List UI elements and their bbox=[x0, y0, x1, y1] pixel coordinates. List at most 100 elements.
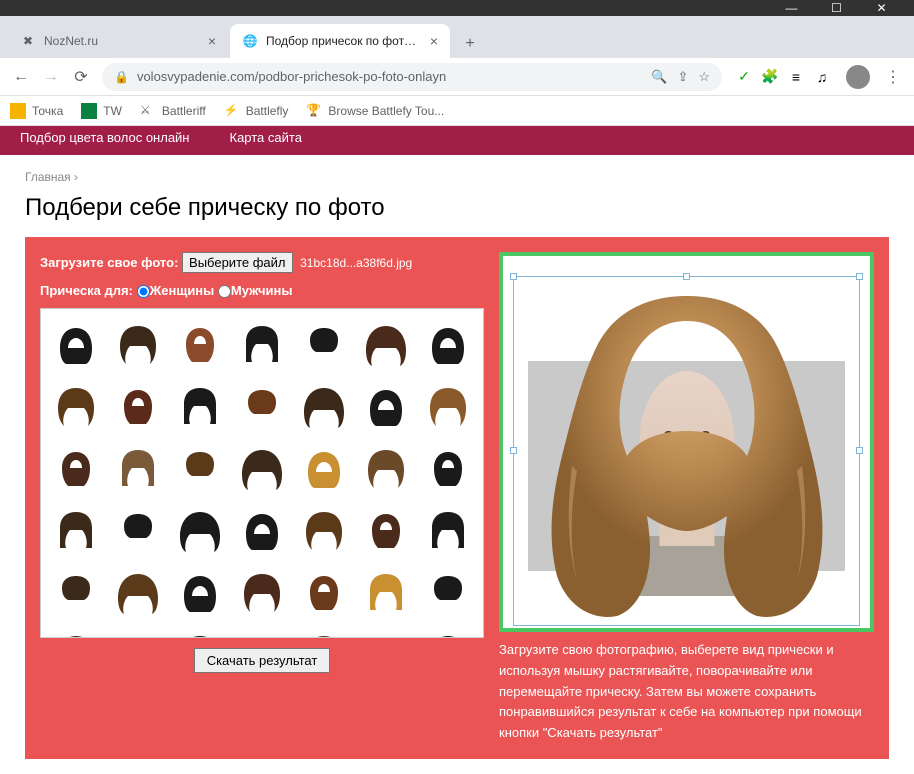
hairstyle-option[interactable] bbox=[170, 314, 230, 374]
address-bar[interactable]: 🔒 volosvypadenie.com/podbor-prichesok-po… bbox=[102, 63, 722, 91]
star-icon[interactable]: ☆ bbox=[698, 69, 710, 85]
hairstyle-option[interactable] bbox=[170, 438, 230, 498]
bookmark-tw[interactable]: TW bbox=[81, 103, 122, 119]
main-content: Главная › Подбери себе прическу по фото … bbox=[0, 155, 914, 774]
tab-title: NozNet.ru bbox=[44, 34, 200, 48]
instructions-text: Загрузите свою фотографию, выберете вид … bbox=[499, 640, 874, 744]
bookmark-battlefy[interactable]: 🏆Browse Battlefy Tou... bbox=[306, 103, 444, 119]
extension-icons: ✓ 🧩 ≡ ♫ bbox=[728, 67, 838, 87]
hairstyle-option[interactable] bbox=[418, 500, 478, 560]
browser-tabs: ✖ NozNet.ru × 🌐 Подбор причесок по фото … bbox=[0, 16, 914, 58]
gender-female-radio[interactable] bbox=[137, 285, 150, 298]
hairstyle-option[interactable] bbox=[294, 624, 354, 638]
tab-title: Подбор причесок по фото онла bbox=[266, 34, 422, 48]
hairstyle-option[interactable] bbox=[356, 624, 416, 638]
resize-handle-tm[interactable] bbox=[683, 273, 690, 280]
browser-toolbar: ← → ⟳ 🔒 volosvypadenie.com/podbor-priche… bbox=[0, 58, 914, 96]
file-chooser-button[interactable]: Выберите файл bbox=[182, 252, 292, 273]
new-tab-button[interactable]: + bbox=[456, 30, 484, 58]
hairstyle-option[interactable] bbox=[294, 438, 354, 498]
profile-avatar[interactable] bbox=[846, 65, 870, 89]
tab-close-icon[interactable]: × bbox=[208, 33, 216, 49]
hairstyle-option[interactable] bbox=[46, 376, 106, 436]
ext-music-icon[interactable]: ♫ bbox=[812, 67, 832, 87]
bookmarks-bar: Точка TW ⚔Battleriff ⚡Battlefly 🏆Browse … bbox=[0, 96, 914, 126]
bookmark-battlefly[interactable]: ⚡Battlefly bbox=[224, 103, 289, 119]
hairstyle-option[interactable] bbox=[418, 314, 478, 374]
hairstyle-option[interactable] bbox=[232, 624, 292, 638]
resize-handle-ml[interactable] bbox=[510, 447, 517, 454]
bookmark-battleriff[interactable]: ⚔Battleriff bbox=[140, 103, 206, 119]
hairstyle-option[interactable] bbox=[232, 376, 292, 436]
ext-list-icon[interactable]: ≡ bbox=[786, 67, 806, 87]
hairstyle-option[interactable] bbox=[232, 500, 292, 560]
hairstyle-option[interactable] bbox=[170, 500, 230, 560]
file-name: 31bc18d...a38f6d.jpg bbox=[300, 256, 412, 270]
page-content: Подбор цвета волос онлайн Карта сайта Гл… bbox=[0, 126, 914, 774]
ext-check-icon[interactable]: ✓ bbox=[734, 67, 754, 87]
hairstyle-option[interactable] bbox=[232, 438, 292, 498]
resize-handle-tr[interactable] bbox=[856, 273, 863, 280]
upload-row: Загрузите свое фото: Выберите файл 31bc1… bbox=[40, 252, 484, 273]
hairstyle-option[interactable] bbox=[108, 314, 168, 374]
close-button[interactable]: ✕ bbox=[859, 0, 904, 16]
ext-puzzle-icon[interactable]: 🧩 bbox=[760, 67, 780, 87]
hairstyle-option[interactable] bbox=[170, 562, 230, 622]
minimize-button[interactable]: — bbox=[769, 0, 814, 16]
resize-handle-mr[interactable] bbox=[856, 447, 863, 454]
gender-male-radio[interactable] bbox=[218, 285, 231, 298]
hairstyle-option[interactable] bbox=[46, 438, 106, 498]
hairstyle-option[interactable] bbox=[108, 438, 168, 498]
preview-column: Загрузите свою фотографию, выберете вид … bbox=[499, 252, 874, 744]
zoom-icon[interactable]: 🔍 bbox=[651, 69, 667, 85]
hairstyle-option[interactable] bbox=[356, 376, 416, 436]
hairstyle-option[interactable] bbox=[418, 438, 478, 498]
hairstyle-option[interactable] bbox=[46, 624, 106, 638]
hairstyle-app: Загрузите свое фото: Выберите файл 31bc1… bbox=[25, 237, 889, 759]
hairstyle-option[interactable] bbox=[170, 624, 230, 638]
menu-button[interactable]: ⋮ bbox=[878, 62, 908, 92]
reload-button[interactable]: ⟳ bbox=[66, 62, 96, 92]
resize-handle-tl[interactable] bbox=[510, 273, 517, 280]
breadcrumb[interactable]: Главная › bbox=[25, 170, 889, 184]
lock-icon: 🔒 bbox=[114, 70, 129, 84]
hairstyle-option[interactable] bbox=[108, 624, 168, 638]
hairstyle-option[interactable] bbox=[294, 500, 354, 560]
hairstyle-option[interactable] bbox=[418, 376, 478, 436]
transform-selection[interactable] bbox=[513, 276, 860, 626]
maximize-button[interactable]: ☐ bbox=[814, 0, 859, 16]
globe-icon: 🌐 bbox=[242, 33, 258, 49]
window-titlebar: — ☐ ✕ bbox=[0, 0, 914, 16]
hairstyle-option[interactable] bbox=[170, 376, 230, 436]
tab-active[interactable]: 🌐 Подбор причесок по фото онла × bbox=[230, 24, 450, 58]
hairstyle-option[interactable] bbox=[294, 314, 354, 374]
hairstyle-option[interactable] bbox=[108, 376, 168, 436]
tab-close-icon[interactable]: × bbox=[430, 33, 438, 49]
nav-color[interactable]: Подбор цвета волос онлайн bbox=[20, 130, 190, 145]
hairstyle-grid[interactable] bbox=[40, 308, 484, 638]
hairstyle-option[interactable] bbox=[418, 562, 478, 622]
hairstyle-option[interactable] bbox=[232, 562, 292, 622]
bookmark-tochka[interactable]: Точка bbox=[10, 103, 63, 119]
hairstyle-option[interactable] bbox=[356, 500, 416, 560]
hairstyle-option[interactable] bbox=[46, 500, 106, 560]
download-button[interactable]: Скачать результат bbox=[194, 648, 331, 673]
hairstyle-option[interactable] bbox=[356, 562, 416, 622]
hairstyle-option[interactable] bbox=[46, 314, 106, 374]
hairstyle-option[interactable] bbox=[108, 562, 168, 622]
hairstyle-option[interactable] bbox=[356, 314, 416, 374]
tab-noznet[interactable]: ✖ NozNet.ru × bbox=[8, 24, 228, 58]
nav-sitemap[interactable]: Карта сайта bbox=[230, 130, 302, 145]
preview-canvas[interactable] bbox=[499, 252, 874, 632]
hairstyle-option[interactable] bbox=[46, 562, 106, 622]
hairstyle-option[interactable] bbox=[232, 314, 292, 374]
forward-button[interactable]: → bbox=[36, 62, 66, 92]
hairstyle-option[interactable] bbox=[294, 376, 354, 436]
hairstyle-option[interactable] bbox=[418, 624, 478, 638]
share-icon[interactable]: ⇪ bbox=[677, 69, 688, 85]
controls-column: Загрузите свое фото: Выберите файл 31bc1… bbox=[40, 252, 484, 744]
hairstyle-option[interactable] bbox=[356, 438, 416, 498]
hairstyle-option[interactable] bbox=[108, 500, 168, 560]
back-button[interactable]: ← bbox=[6, 62, 36, 92]
hairstyle-option[interactable] bbox=[294, 562, 354, 622]
